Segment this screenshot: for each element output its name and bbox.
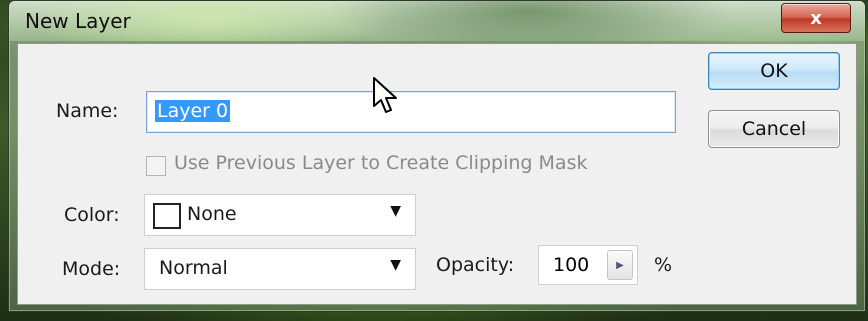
name-label: Name: [56, 100, 119, 122]
cancel-button-label: Cancel [741, 118, 807, 140]
dialog-title: New Layer [25, 9, 131, 33]
color-label: Color: [64, 204, 120, 226]
opacity-label: Opacity: [436, 254, 515, 276]
mode-dropdown[interactable]: Normal ▼ [144, 248, 416, 290]
opacity-stepper[interactable]: ▶ [607, 250, 633, 280]
dialog-body: Name: Layer 0 Use Previous Layer to Crea… [17, 43, 857, 305]
title-bar[interactable]: New Layer x [9, 1, 865, 41]
opacity-value: 100 [553, 254, 590, 276]
chevron-down-icon: ▼ [390, 257, 401, 273]
color-dropdown-value: None [187, 203, 237, 225]
color-dropdown[interactable]: None ▼ [144, 194, 416, 236]
mode-label: Mode: [62, 258, 121, 280]
name-field[interactable]: Layer 0 [146, 91, 676, 133]
clipping-mask-checkbox[interactable] [146, 156, 166, 176]
opacity-unit: % [654, 254, 673, 276]
chevron-right-icon: ▶ [616, 259, 624, 271]
mode-dropdown-value: Normal [159, 257, 228, 279]
mouse-pointer-icon [373, 77, 397, 113]
close-icon: x [810, 7, 822, 29]
clipping-mask-label: Use Previous Layer to Create Clipping Ma… [174, 152, 588, 174]
color-swatch [153, 203, 181, 229]
name-field-value: Layer 0 [155, 100, 231, 122]
ok-button-label: OK [760, 60, 788, 82]
ok-button[interactable]: OK [708, 52, 840, 90]
new-layer-dialog: New Layer x Name: Layer 0 Use Previous L… [8, 0, 866, 312]
cancel-button[interactable]: Cancel [708, 110, 840, 148]
close-button[interactable]: x [781, 3, 851, 33]
opacity-field[interactable]: 100 ▶ [538, 245, 638, 285]
chevron-down-icon: ▼ [390, 203, 401, 219]
